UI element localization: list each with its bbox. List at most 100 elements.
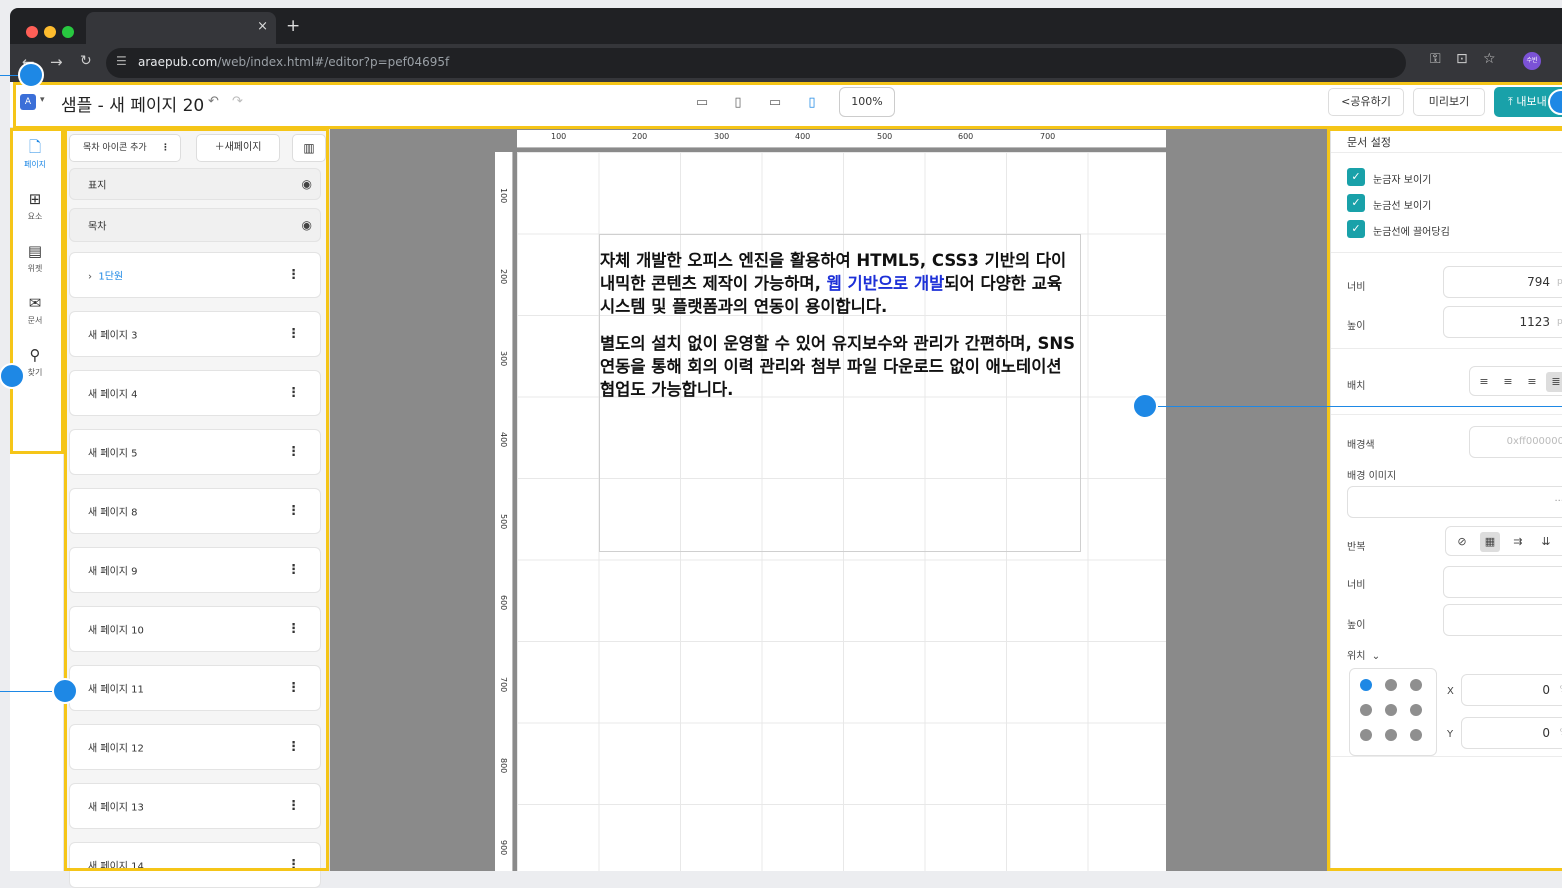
page-item[interactable]: 새 페이지 9 ⋮ (69, 547, 321, 593)
chevron-right-icon[interactable]: › (88, 272, 92, 283)
rail-item-elements[interactable]: ⊞ 요소 (10, 182, 60, 232)
editor-canvas[interactable]: 100 200 300 400 500 600 700 100 200 300 … (330, 128, 1330, 871)
forward-icon[interactable]: → (50, 53, 63, 71)
editor-app: A ▾ 샘플 - 새 페이지 20 ↶ ↷ ▭ ▯ ▭ ▯ 100% <공유하기… (10, 82, 1562, 888)
anchor-top-left[interactable] (1360, 679, 1372, 691)
repeat-y-icon[interactable]: ⇊ (1536, 532, 1556, 552)
page-width-input[interactable]: 794px (1443, 266, 1562, 298)
page-item-toc[interactable]: 목차 ◉ (69, 208, 321, 242)
url-text[interactable]: araepub.com/web/index.html#/editor?p=pef… (138, 55, 449, 69)
more-icon[interactable]: ⋮ (287, 858, 300, 873)
anchor-center[interactable] (1385, 704, 1397, 716)
eye-icon[interactable]: ◉ (302, 177, 312, 191)
repeat-x-icon[interactable]: ⇉ (1508, 532, 1528, 552)
columns-view-icon[interactable]: ▥ (292, 134, 326, 162)
more-icon[interactable]: ⋮ (287, 268, 300, 283)
page-item[interactable]: 새 페이지 10 ⋮ (69, 606, 321, 652)
minimize-window-icon[interactable] (44, 26, 56, 38)
anchor-bottom-right[interactable] (1410, 729, 1422, 741)
align-justify-icon[interactable]: ≣ (1546, 372, 1562, 392)
snap-to-grid-checkbox[interactable]: ✓ (1347, 220, 1365, 238)
page-item-cover[interactable]: 표지 ◉ (69, 168, 321, 200)
image-height-input[interactable] (1443, 604, 1562, 636)
align-left-icon[interactable]: ≡ (1474, 372, 1494, 392)
paragraph-1[interactable]: 자체 개발한 오피스 엔진을 활용하여 HTML5, CSS3 기반의 다이내믹… (600, 249, 1080, 318)
address-bar[interactable]: ☰ araepub.com/web/index.html#/editor?p=p… (106, 48, 1406, 78)
new-page-button[interactable]: ＋새페이지 (196, 134, 280, 162)
page-item[interactable]: 새 페이지 5 ⋮ (69, 429, 321, 475)
page-height-input[interactable]: 1123px (1443, 306, 1562, 338)
text-box[interactable]: 자체 개발한 오피스 엔진을 활용하여 HTML5, CSS3 기반의 다이내믹… (599, 234, 1081, 552)
page-item[interactable]: 새 페이지 8 ⋮ (69, 488, 321, 534)
tab-close-icon[interactable]: × (257, 19, 268, 34)
reload-icon[interactable]: ↻ (80, 53, 92, 69)
document-page[interactable]: 자체 개발한 오피스 엔진을 활용하여 HTML5, CSS3 기반의 다이내믹… (517, 152, 1166, 871)
browser-tab[interactable]: × (86, 12, 276, 44)
more-icon[interactable]: ⋮ (287, 740, 300, 755)
page-item[interactable]: 새 페이지 3 ⋮ (69, 311, 321, 357)
close-window-icon[interactable] (26, 26, 38, 38)
show-ruler-checkbox[interactable]: ✓ (1347, 168, 1365, 186)
anchor-middle-left[interactable] (1360, 704, 1372, 716)
add-toc-icon-button[interactable]: 목차 아이콘 추가 ⋮ (69, 134, 181, 162)
eye-icon[interactable]: ◉ (302, 218, 312, 232)
anchor-bottom-left[interactable] (1360, 729, 1372, 741)
position-x-input[interactable]: 0% (1461, 674, 1562, 706)
profile-avatar[interactable]: 수빈 (1523, 52, 1541, 70)
no-repeat-icon[interactable]: ⊘ (1452, 532, 1472, 552)
more-icon[interactable]: ⋮ (287, 622, 300, 637)
rail-item-page[interactable]: 🗋 페이지 (10, 130, 60, 180)
repeat-all-icon[interactable]: ▦ (1480, 532, 1500, 552)
zoom-level[interactable]: 100% (839, 87, 895, 117)
password-key-icon[interactable]: ⚿ (1430, 51, 1441, 67)
image-width-input[interactable] (1443, 566, 1562, 598)
position-y-input[interactable]: 0% (1461, 717, 1562, 749)
mobile-view-icon[interactable]: ▯ (802, 95, 822, 115)
position-toggle[interactable]: 위치 ⌄ (1347, 647, 1380, 662)
install-app-icon[interactable]: ⊡ (1456, 51, 1468, 67)
more-icon[interactable]: ⋮ (287, 327, 300, 342)
site-settings-icon[interactable]: ☰ (116, 54, 127, 68)
page-item[interactable]: 새 페이지 12 ⋮ (69, 724, 321, 770)
more-icon[interactable]: ⋮ (287, 445, 300, 460)
more-icon[interactable]: ⋮ (287, 504, 300, 519)
anchor-bottom-center[interactable] (1385, 729, 1397, 741)
undo-icon[interactable]: ↶ (208, 94, 219, 109)
align-right-icon[interactable]: ≡ (1522, 372, 1542, 392)
anchor-middle-right[interactable] (1410, 704, 1422, 716)
background-color-input[interactable]: 0xff000000 (1469, 426, 1562, 458)
more-icon[interactable]: ⋮ (287, 799, 300, 814)
more-icon[interactable]: ⋮ (287, 563, 300, 578)
tablet-landscape-view-icon[interactable]: ▭ (765, 95, 785, 115)
page-item[interactable]: 새 페이지 4 ⋮ (69, 370, 321, 416)
chevron-down-icon[interactable]: ▾ (40, 95, 45, 105)
background-image-input[interactable]: ··· (1347, 486, 1562, 518)
link-text[interactable]: 웹 기반으로 개발 (827, 274, 945, 293)
annotation-marker (52, 678, 78, 704)
paragraph-2[interactable]: 별도의 설치 없이 운영할 수 있어 유지보수와 관리가 간편하며, SNS 연… (600, 332, 1080, 401)
desktop-view-icon[interactable]: ▭ (692, 95, 712, 115)
tablet-view-icon[interactable]: ▯ (728, 95, 748, 115)
preview-button[interactable]: 미리보기 (1413, 88, 1485, 116)
page-item[interactable]: 새 페이지 13 ⋮ (69, 783, 321, 829)
app-logo-icon[interactable]: A (20, 94, 36, 110)
more-icon[interactable]: ⋮ (287, 681, 300, 696)
share-icon: < (1341, 95, 1351, 108)
maximize-window-icon[interactable] (62, 26, 74, 38)
document-title[interactable]: 샘플 - 새 페이지 20 (61, 91, 204, 116)
show-grid-checkbox[interactable]: ✓ (1347, 194, 1365, 212)
align-center-icon[interactable]: ≡ (1498, 372, 1518, 392)
page-item[interactable]: 새 페이지 11 ⋮ (69, 665, 321, 711)
rail-item-document[interactable]: ✉ 문서 (10, 286, 60, 336)
bookmark-star-icon[interactable]: ☆ (1483, 51, 1496, 67)
new-tab-icon[interactable]: + (286, 16, 300, 36)
share-button[interactable]: <공유하기 (1328, 88, 1404, 116)
page-item-unit[interactable]: › 1단원 ⋮ (69, 252, 321, 298)
rail-item-widget[interactable]: ▤ 위젯 (10, 234, 60, 284)
anchor-top-center[interactable] (1385, 679, 1397, 691)
page-item[interactable]: 새 페이지 14 ⋮ (69, 842, 321, 888)
anchor-top-right[interactable] (1410, 679, 1422, 691)
annotation-marker (0, 363, 25, 389)
redo-icon[interactable]: ↷ (232, 94, 243, 109)
more-icon[interactable]: ⋮ (287, 386, 300, 401)
